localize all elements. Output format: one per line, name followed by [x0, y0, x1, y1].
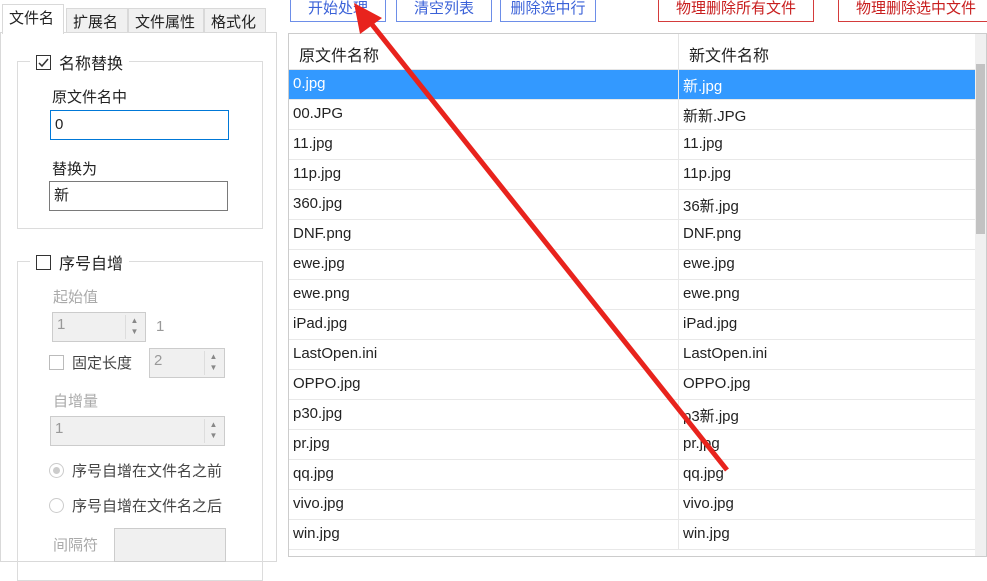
cell-original-name: 11p.jpg [289, 160, 679, 189]
cell-new-name: ewe.png [679, 280, 977, 309]
tab-filename[interactable]: 文件名 [2, 4, 64, 34]
cell-original-name: ewe.jpg [289, 250, 679, 279]
increment-label: 自增量 [53, 393, 99, 410]
cell-new-name: 11p.jpg [679, 160, 977, 189]
tab-extension[interactable]: 扩展名 [66, 8, 128, 32]
cell-new-name: 11.jpg [679, 130, 977, 159]
fixed-length-value: 2 [154, 352, 163, 369]
vertical-scrollbar[interactable] [975, 34, 986, 556]
find-label: 原文件名中 [52, 89, 128, 106]
cell-new-name: p3新.jpg [679, 400, 977, 429]
spin-arrows-icon[interactable]: ▲ ▼ [204, 351, 222, 375]
cell-original-name: vivo.jpg [289, 490, 679, 519]
sequence-toggle[interactable]: 序号自增 [30, 250, 130, 274]
cell-new-name: pr.jpg [679, 430, 977, 459]
delete-selected-files-button[interactable]: 物理删除选中文件 [838, 0, 987, 22]
cell-new-name: vivo.jpg [679, 490, 977, 519]
cell-new-name: 新.jpg [679, 70, 977, 99]
tab-format[interactable]: 格式化 [204, 8, 266, 32]
table-row[interactable]: 11p.jpg 11p.jpg [289, 160, 977, 190]
cell-new-name: 36新.jpg [679, 190, 977, 219]
increment-spinner[interactable]: 1 ▲ ▼ [50, 416, 225, 446]
table-row[interactable]: win.jpg win.jpg [289, 520, 977, 550]
find-input[interactable]: 0 [50, 110, 229, 140]
spin-arrows-icon[interactable]: ▲ ▼ [125, 315, 143, 339]
delete-all-files-button[interactable]: 物理删除所有文件 [658, 0, 814, 22]
seq-before-label: 序号自增在文件名之前 [72, 463, 223, 480]
sequence-group: 序号自增 起始值 1 ▲ ▼ 1 固定长度 2 ▲ ▼ 自增量 1 ▲ ▼ 序号自增在文件名… [17, 250, 263, 581]
table-row[interactable]: OPPO.jpg OPPO.jpg [289, 370, 977, 400]
cell-original-name: win.jpg [289, 520, 679, 549]
table-row[interactable]: iPad.jpg iPad.jpg [289, 310, 977, 340]
separator-label: 间隔符 [53, 537, 99, 554]
table-row[interactable]: vivo.jpg vivo.jpg [289, 490, 977, 520]
cell-new-name: 新新.JPG [679, 100, 977, 129]
cell-original-name: iPad.jpg [289, 310, 679, 339]
header-new-name[interactable]: 新文件名称 [679, 34, 977, 69]
fixed-length-toggle[interactable]: 固定长度 [49, 352, 132, 373]
fixed-length-spinner[interactable]: 2 ▲ ▼ [149, 348, 225, 378]
table-row[interactable]: LastOpen.ini LastOpen.ini [289, 340, 977, 370]
cell-new-name: qq.jpg [679, 460, 977, 489]
table-row[interactable]: p30.jpg p3新.jpg [289, 400, 977, 430]
fixed-length-label: 固定长度 [72, 355, 133, 372]
replace-label: 替换为 [52, 161, 98, 178]
name-replace-toggle[interactable]: 名称替换 [30, 50, 130, 74]
name-replace-checkbox[interactable] [36, 54, 51, 70]
cell-original-name: LastOpen.ini [289, 340, 679, 369]
seq-before-option[interactable]: 序号自增在文件名之前 [49, 460, 222, 481]
table-row[interactable]: 00.JPG 新新.JPG [289, 100, 977, 130]
sequence-checkbox[interactable] [36, 254, 51, 270]
table-row[interactable]: 11.jpg 11.jpg [289, 130, 977, 160]
cell-original-name: p30.jpg [289, 400, 679, 429]
delete-row-button[interactable]: 删除选中行 [500, 0, 596, 22]
seq-after-label: 序号自增在文件名之后 [72, 498, 223, 515]
options-panel: 名称替换 原文件名中 0 替换为 新 序号自增 起始值 1 ▲ ▼ 1 固定长度 2… [0, 32, 277, 581]
table-row[interactable]: ewe.png ewe.png [289, 280, 977, 310]
seq-after-option[interactable]: 序号自增在文件名之后 [49, 495, 222, 516]
scrollbar-thumb[interactable] [976, 64, 985, 234]
clear-list-button[interactable]: 清空列表 [396, 0, 492, 22]
table-row[interactable]: qq.jpg qq.jpg [289, 460, 977, 490]
spin-arrows-icon[interactable]: ▲ ▼ [204, 419, 222, 443]
cell-new-name: OPPO.jpg [679, 370, 977, 399]
start-value: 1 [57, 316, 66, 333]
start-process-button[interactable]: 开始处理 [290, 0, 386, 22]
cell-original-name: pr.jpg [289, 430, 679, 459]
increment-value: 1 [55, 420, 64, 437]
table-row[interactable]: 0.jpg 新.jpg [289, 70, 977, 100]
cell-original-name: 0.jpg [289, 70, 679, 99]
cell-original-name: 11.jpg [289, 130, 679, 159]
cell-new-name: DNF.png [679, 220, 977, 249]
name-replace-label: 名称替换 [59, 56, 124, 73]
table-row[interactable]: 360.jpg 36新.jpg [289, 190, 977, 220]
seq-before-radio[interactable] [49, 463, 64, 478]
table-row[interactable]: ewe.jpg ewe.jpg [289, 250, 977, 280]
cell-original-name: ewe.png [289, 280, 679, 309]
table-header: 原文件名称 新文件名称 [289, 34, 977, 70]
start-preview: 1 [156, 318, 165, 335]
sequence-label: 序号自增 [59, 256, 124, 273]
cell-new-name: iPad.jpg [679, 310, 977, 339]
table-row[interactable]: pr.jpg pr.jpg [289, 430, 977, 460]
cell-original-name: OPPO.jpg [289, 370, 679, 399]
cell-new-name: ewe.jpg [679, 250, 977, 279]
replace-input[interactable]: 新 [49, 181, 228, 211]
cell-new-name: win.jpg [679, 520, 977, 549]
start-spinner[interactable]: 1 ▲ ▼ [52, 312, 146, 342]
cell-new-name: LastOpen.ini [679, 340, 977, 369]
cell-original-name: qq.jpg [289, 460, 679, 489]
file-table: 原文件名称 新文件名称 0.jpg 新.jpg 00.JPG 新新.JPG 11.jpg… [288, 33, 987, 557]
header-original-name[interactable]: 原文件名称 [289, 34, 679, 69]
tab-attributes[interactable]: 文件属性 [128, 8, 204, 32]
fixed-length-checkbox[interactable] [49, 355, 64, 370]
cell-original-name: DNF.png [289, 220, 679, 249]
cell-original-name: 360.jpg [289, 190, 679, 219]
start-label: 起始值 [53, 289, 99, 306]
cell-original-name: 00.JPG [289, 100, 679, 129]
seq-after-radio[interactable] [49, 498, 64, 513]
table-row[interactable]: DNF.png DNF.png [289, 220, 977, 250]
